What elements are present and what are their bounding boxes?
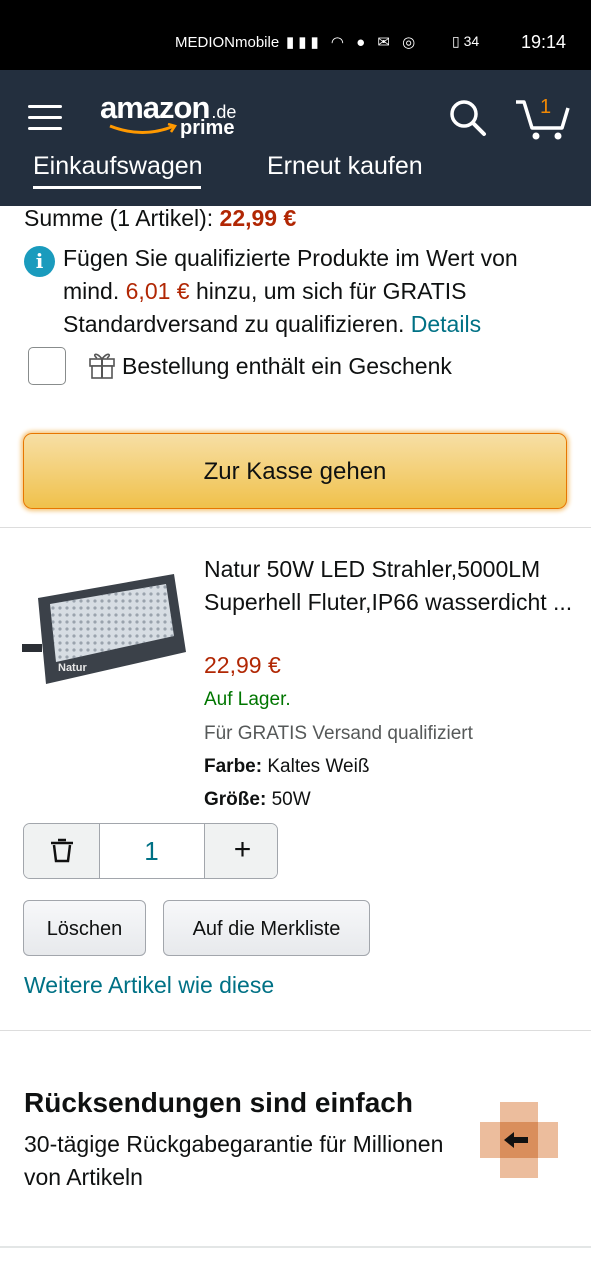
gift-icon <box>89 353 115 379</box>
gift-label: Bestellung enthält ein Geschenk <box>122 353 452 379</box>
trash-icon <box>51 838 73 863</box>
divider <box>0 1246 591 1248</box>
cart-tabs: Einkaufswagen Erneut kaufen <box>0 150 591 206</box>
product-image-brand: Natur <box>58 662 87 674</box>
tab-active-indicator <box>33 186 201 189</box>
checkout-button[interactable]: Zur Kasse gehen <box>23 433 567 509</box>
logo-smile-icon <box>109 123 177 134</box>
product-title[interactable]: Natur 50W LED Strahler,5000LM Superhell … <box>204 553 574 619</box>
details-link[interactable]: Details <box>411 311 481 337</box>
gift-checkbox[interactable] <box>28 347 66 385</box>
stock-status: Auf Lager. <box>204 689 291 710</box>
color-value: Kaltes Weiß <box>267 756 370 777</box>
status-bar: MEDIONmobile ▮▮▮ ◠ ● ✉ ◎ ▯ 34 19:14 <box>0 0 591 70</box>
clock: 19:14 <box>521 32 567 52</box>
size-label: Größe: <box>204 789 267 810</box>
free-shipping-text: Fügen Sie qualifizierte Produkte im Wert… <box>63 242 573 341</box>
shipping-eligibility: Für GRATIS Versand qualifiziert <box>204 723 473 744</box>
divider <box>0 527 591 528</box>
attribute-color: Farbe: Kaltes Weiß <box>204 756 369 778</box>
size-value: 50W <box>271 789 311 810</box>
search-icon[interactable] <box>448 98 488 138</box>
signal-wifi-icons: ▮▮▮ ◠ ● ✉ ◎ <box>286 34 420 51</box>
product-price: 22,99 € <box>204 652 281 678</box>
increase-quantity-button[interactable]: + <box>204 824 277 878</box>
returns-text: 30-tägige Rückgabegarantie für Millionen… <box>24 1131 444 1190</box>
trash-button[interactable] <box>24 824 100 878</box>
delete-button[interactable]: Löschen <box>23 900 146 956</box>
gift-option: Bestellung enthält ein Geschenk <box>28 347 498 387</box>
divider <box>0 1030 591 1031</box>
carrier-name: MEDIONmobile <box>175 34 280 51</box>
battery-icon: ▯ 34 <box>452 33 480 49</box>
quantity-stepper: 1 + <box>23 823 278 879</box>
battery-level: 34 <box>463 33 480 49</box>
info-text-after: hinzu, um sich für GRATIS Standardversan… <box>63 278 467 337</box>
similar-items-link[interactable]: Weitere Artikel wie diese <box>24 972 274 999</box>
tab-cart[interactable]: Einkaufswagen <box>33 152 203 181</box>
tab-buy-again[interactable]: Erneut kaufen <box>267 152 423 181</box>
subtotal-label: Summe (1 Artikel): <box>24 205 214 231</box>
info-amount: 6,01 € <box>125 278 190 304</box>
product-image[interactable]: Natur <box>22 570 188 694</box>
amazon-logo[interactable]: amazon .de prime <box>100 90 250 140</box>
cart-count: 1 <box>540 96 552 118</box>
attribute-size: Größe: 50W <box>204 789 311 811</box>
subtotal-amount: 22,99 € <box>219 205 297 231</box>
logo-prime: prime <box>180 117 235 139</box>
returns-title: Rücksendungen sind einfach <box>24 1087 413 1118</box>
menu-icon[interactable] <box>28 105 62 130</box>
quantity-value[interactable]: 1 <box>100 824 203 878</box>
return-box-icon <box>480 1102 558 1178</box>
info-icon: i <box>24 246 55 277</box>
save-for-later-button[interactable]: Auf die Merkliste <box>163 900 370 956</box>
cart-subtotal: Summe (1 Artikel): 22,99 € <box>24 205 296 232</box>
color-label: Farbe: <box>204 756 263 777</box>
